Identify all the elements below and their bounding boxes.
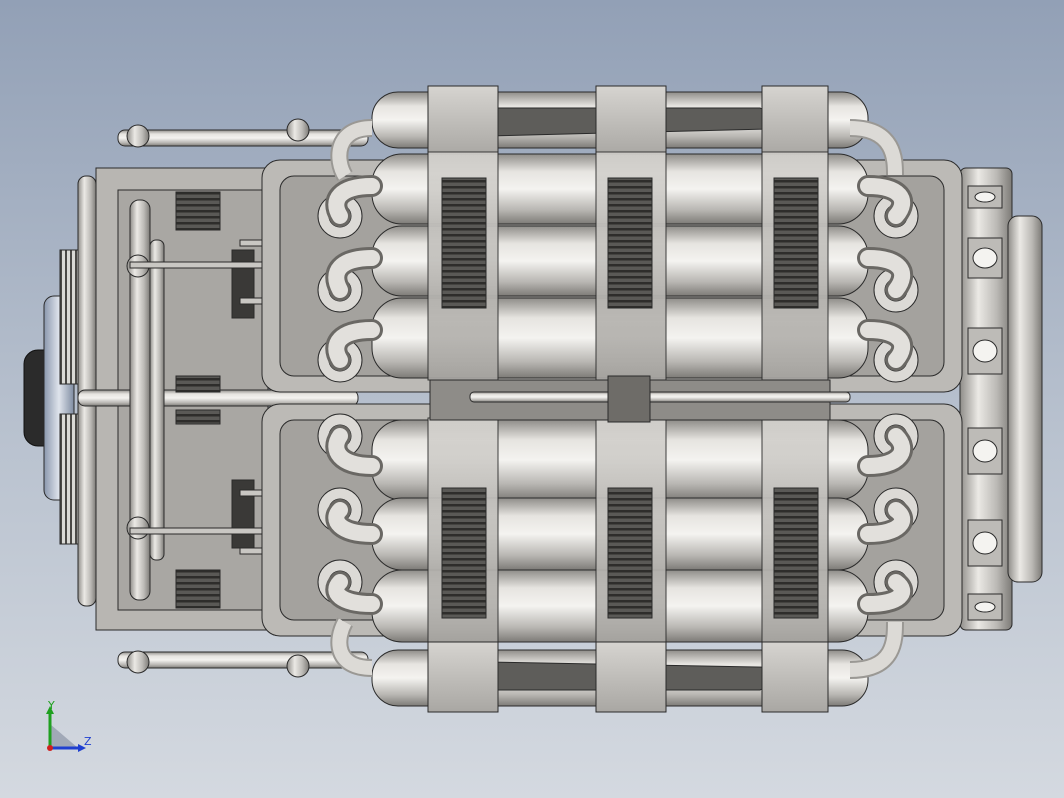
triad-plane <box>50 724 78 748</box>
rear-housing <box>959 167 1043 631</box>
center-shaft <box>429 375 851 423</box>
triad-x-axis <box>47 745 53 751</box>
view-triad: Y Z <box>46 700 92 752</box>
cad-viewport[interactable] <box>0 0 1064 798</box>
triad-z-label: Z <box>84 735 92 748</box>
triad-y-label: Y <box>47 700 55 712</box>
